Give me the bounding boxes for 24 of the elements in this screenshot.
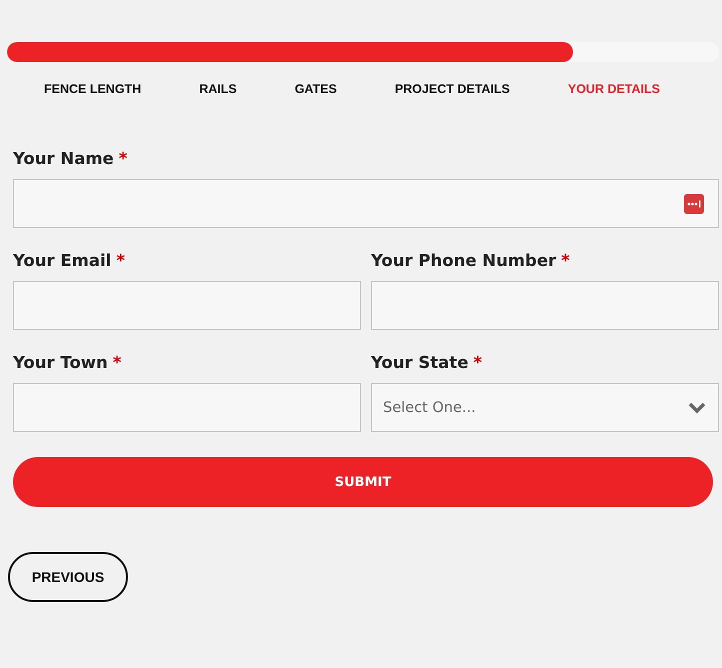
field-label: Your Town	[13, 353, 108, 372]
step-tab[interactable]: FENCE LENGTH	[44, 80, 142, 98]
required-mark: *	[473, 353, 482, 372]
field-label: Your Email	[13, 251, 112, 270]
chevron-down-icon	[688, 402, 706, 414]
step-tab[interactable]: YOUR DETAILS	[568, 80, 660, 98]
field-label: Your State	[371, 353, 468, 372]
step-tab[interactable]: PROJECT DETAILS	[394, 80, 510, 98]
field-label: Your Name	[13, 149, 114, 168]
required-mark: *	[112, 353, 122, 372]
field-label: Your Phone Number	[371, 251, 556, 270]
input-field[interactable]	[13, 281, 361, 330]
step-tab[interactable]: RAILS	[199, 80, 237, 98]
step-tab[interactable]: GATES	[294, 80, 337, 98]
password-manager-icon[interactable]	[684, 194, 704, 214]
input-field[interactable]	[13, 179, 719, 228]
required-mark: *	[118, 149, 128, 168]
select-field[interactable]: Select One...	[371, 383, 719, 432]
previous-button[interactable]: PREVIOUS	[8, 552, 128, 602]
required-mark: *	[561, 251, 570, 270]
input-field[interactable]	[13, 383, 361, 432]
input-field[interactable]	[371, 281, 719, 330]
submit-button[interactable]: SUBMIT	[13, 457, 713, 507]
required-mark: *	[116, 251, 125, 270]
